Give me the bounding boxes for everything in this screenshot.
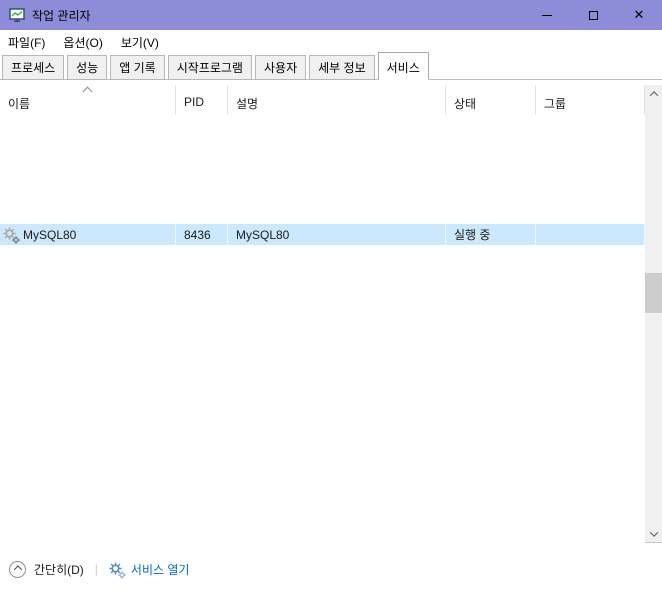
fewer-details-label: 간단히(D) — [34, 562, 84, 577]
column-header-status[interactable]: 상태 — [446, 85, 536, 115]
minimize-button[interactable] — [524, 0, 570, 30]
column-header-pid[interactable]: PID — [176, 85, 228, 115]
fewer-details-toggle[interactable]: 간단히(D) — [9, 560, 84, 578]
column-header-description[interactable]: 설명 — [228, 85, 446, 115]
tab-processes[interactable]: 프로세스 — [2, 55, 65, 80]
services-gear-icon — [3, 227, 20, 244]
window-controls: ✕ — [524, 0, 662, 30]
tab-services[interactable]: 서비스 — [377, 52, 429, 80]
chevron-down-icon — [649, 527, 658, 537]
column-header-group[interactable]: 그룹 — [536, 85, 645, 115]
tab-performance[interactable]: 성능 — [67, 55, 108, 80]
tab-users[interactable]: 사용자 — [254, 55, 307, 80]
open-services-label: 서비스 열기 — [130, 562, 190, 577]
maximize-icon — [588, 10, 598, 20]
scroll-down-button[interactable] — [645, 525, 662, 542]
scroll-up-button[interactable] — [645, 85, 662, 102]
close-button[interactable]: ✕ — [616, 0, 662, 30]
tab-details[interactable]: 세부 정보 — [309, 55, 375, 80]
menu-file[interactable]: 파일(F) — [8, 34, 45, 51]
cell-description: MySQL80 — [228, 224, 446, 245]
footer-divider: | — [94, 562, 98, 576]
minimize-icon — [542, 14, 552, 16]
menu-options[interactable]: 옵션(O) — [63, 34, 102, 51]
titlebar[interactable]: 작업 관리자 ✕ — [0, 0, 662, 30]
tabstrip: 프로세스 성능 앱 기록 시작프로그램 사용자 세부 정보 서비스 — [0, 52, 662, 80]
cell-group — [536, 224, 645, 245]
chevron-up-icon — [13, 564, 22, 574]
services-gear-icon — [109, 561, 126, 579]
table-body: MySQL80 8436 MySQL80 실행 중 — [0, 115, 645, 543]
task-manager-icon — [9, 7, 25, 23]
tab-startup[interactable]: 시작프로그램 — [167, 55, 252, 80]
open-services-link[interactable]: 서비스 열기 — [109, 561, 190, 579]
cell-name: MySQL80 — [0, 224, 176, 245]
chevron-up-circle-icon — [9, 560, 26, 578]
menubar: 파일(F) 옵션(O) 보기(V) — [0, 30, 662, 54]
tab-app-history[interactable]: 앱 기록 — [110, 55, 165, 80]
footer-bar: 간단히(D) | 서비스 열기 — [0, 550, 662, 588]
cell-status: 실행 중 — [446, 224, 536, 245]
window-title: 작업 관리자 — [32, 8, 91, 23]
scrollbar-thumb[interactable] — [645, 273, 662, 313]
table-row-mysql80[interactable]: MySQL80 8436 MySQL80 실행 중 — [0, 224, 645, 245]
menu-view[interactable]: 보기(V) — [121, 34, 159, 51]
chevron-up-icon — [649, 90, 658, 100]
maximize-button[interactable] — [570, 0, 616, 30]
cell-pid: 8436 — [176, 224, 228, 245]
close-icon: ✕ — [633, 7, 645, 23]
table-header: 이름 PID 설명 상태 그룹 — [0, 85, 645, 115]
service-name: MySQL80 — [23, 227, 77, 242]
vertical-scrollbar[interactable] — [645, 85, 662, 543]
services-table: 이름 PID 설명 상태 그룹 MySQL80 8436 MySQL80 실행 … — [0, 85, 662, 543]
